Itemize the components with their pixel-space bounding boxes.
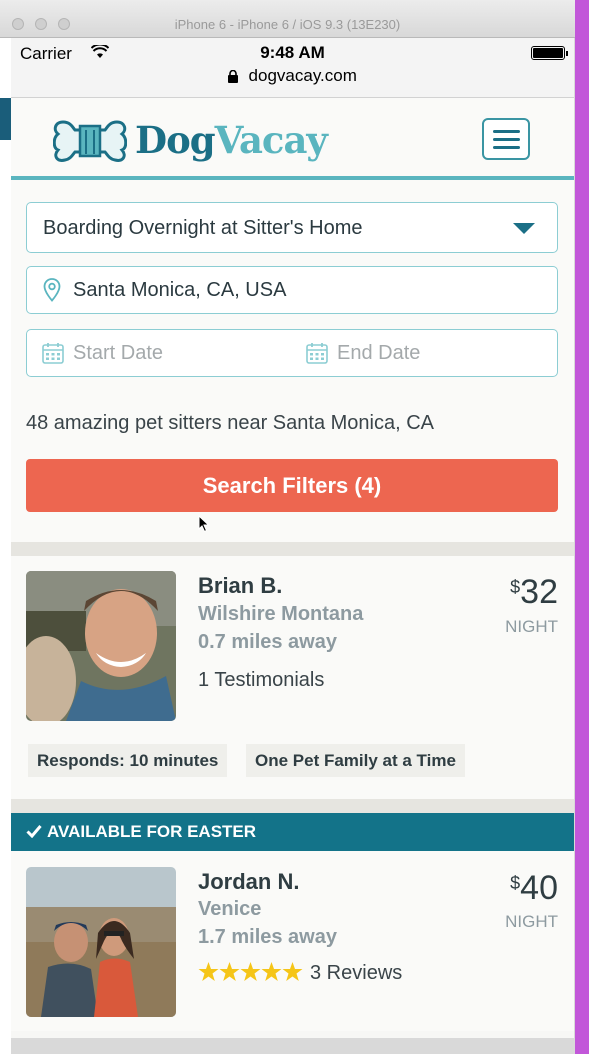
hamburger-icon	[493, 130, 520, 133]
section-divider	[11, 799, 574, 813]
location-pin-icon	[43, 278, 61, 302]
search-form: Boarding Overnight at Sitter's Home Sant…	[11, 180, 574, 542]
sitter-neighborhood: Venice	[198, 898, 262, 920]
sitter-name[interactable]: Brian B.	[198, 573, 282, 599]
sitter-name[interactable]: Jordan N.	[198, 869, 299, 895]
simulator-title: iPhone 6 - iPhone 6 / iOS 9.3 (13E230)	[174, 17, 401, 32]
price-unit: NIGHT	[505, 617, 558, 636]
dogvacay-logo-icon[interactable]	[53, 118, 127, 164]
price-amount: 32	[520, 573, 558, 611]
currency-symbol: $	[510, 577, 521, 597]
logo-wordmark[interactable]: DogVacay	[135, 118, 328, 162]
site-header: DogVacay	[11, 98, 574, 180]
rating-stars-icon	[198, 962, 303, 981]
availability-banner: AVAILABLE FOR EASTER	[11, 813, 574, 851]
phone-screen: Carrier 9:48 AM dogvacay.com DogVacay Bo…	[11, 38, 574, 1038]
sitter-testimonials: 1 Testimonials	[198, 669, 325, 691]
logo-text-vacay: Vacay	[214, 118, 328, 162]
chevron-down-icon	[513, 223, 535, 234]
location-input-value: Santa Monica, CA, USA	[73, 279, 287, 301]
clock: 9:48 AM	[260, 43, 325, 62]
sitter-price: $32	[510, 573, 558, 612]
sitter-reviews-link[interactable]: 3 Reviews	[310, 962, 402, 985]
background-window-edge	[0, 38, 11, 1054]
background-window-block	[0, 98, 11, 140]
desktop-background	[575, 0, 589, 1054]
start-date-placeholder: Start Date	[73, 342, 164, 364]
section-divider	[11, 542, 574, 556]
hamburger-icon-line	[493, 146, 520, 149]
hamburger-icon-line	[493, 138, 520, 141]
search-filters-button[interactable]: Search Filters (4)	[26, 459, 558, 512]
service-select[interactable]: Boarding Overnight at Sitter's Home	[26, 202, 558, 253]
price-amount: 40	[520, 869, 558, 907]
logo-text-dog: Dog	[135, 118, 216, 162]
url-text: dogvacay.com	[248, 66, 357, 85]
address-bar[interactable]: dogvacay.com	[11, 66, 574, 98]
sitter-price: $40	[510, 869, 558, 908]
sitter-photo[interactable]	[26, 571, 176, 721]
results-count: 48 amazing pet sitters near Santa Monica…	[26, 412, 434, 434]
sitter-photo-image	[26, 571, 176, 721]
location-input[interactable]: Santa Monica, CA, USA	[26, 266, 558, 314]
availability-banner-text: AVAILABLE FOR EASTER	[47, 822, 257, 841]
calendar-icon	[306, 343, 328, 364]
checkmark-icon	[26, 824, 42, 838]
simulator-title-bar: iPhone 6 - iPhone 6 / iOS 9.3 (13E230)	[0, 0, 575, 38]
battery-icon	[531, 46, 568, 60]
sitter-neighborhood: Wilshire Montana	[198, 603, 364, 625]
sitter-card[interactable]: Brian B. Wilshire Montana 0.7 miles away…	[11, 556, 574, 799]
calendar-icon	[42, 343, 64, 364]
response-time-tag: Responds: 10 minutes	[28, 744, 228, 777]
sitter-photo[interactable]	[26, 867, 176, 1017]
sitter-photo-image	[26, 867, 176, 1017]
lock-icon	[228, 69, 239, 83]
sitter-distance: 1.7 miles away	[198, 926, 337, 948]
mouse-cursor-icon	[198, 515, 210, 533]
end-date-input[interactable]: End Date	[291, 329, 558, 377]
family-tag: One Pet Family at a Time	[246, 744, 465, 777]
sitter-distance: 0.7 miles away	[198, 631, 337, 653]
hamburger-menu-button[interactable]	[482, 118, 530, 160]
start-date-input[interactable]: Start Date	[26, 329, 292, 377]
service-select-value: Boarding Overnight at Sitter's Home	[43, 217, 363, 239]
currency-symbol: $	[510, 873, 521, 893]
sitter-card[interactable]: Jordan N. Venice 1.7 miles away 3 Review…	[11, 851, 574, 1031]
ios-status-bar: Carrier 9:48 AM	[11, 38, 574, 66]
end-date-placeholder: End Date	[337, 342, 421, 364]
price-unit: NIGHT	[505, 912, 558, 931]
